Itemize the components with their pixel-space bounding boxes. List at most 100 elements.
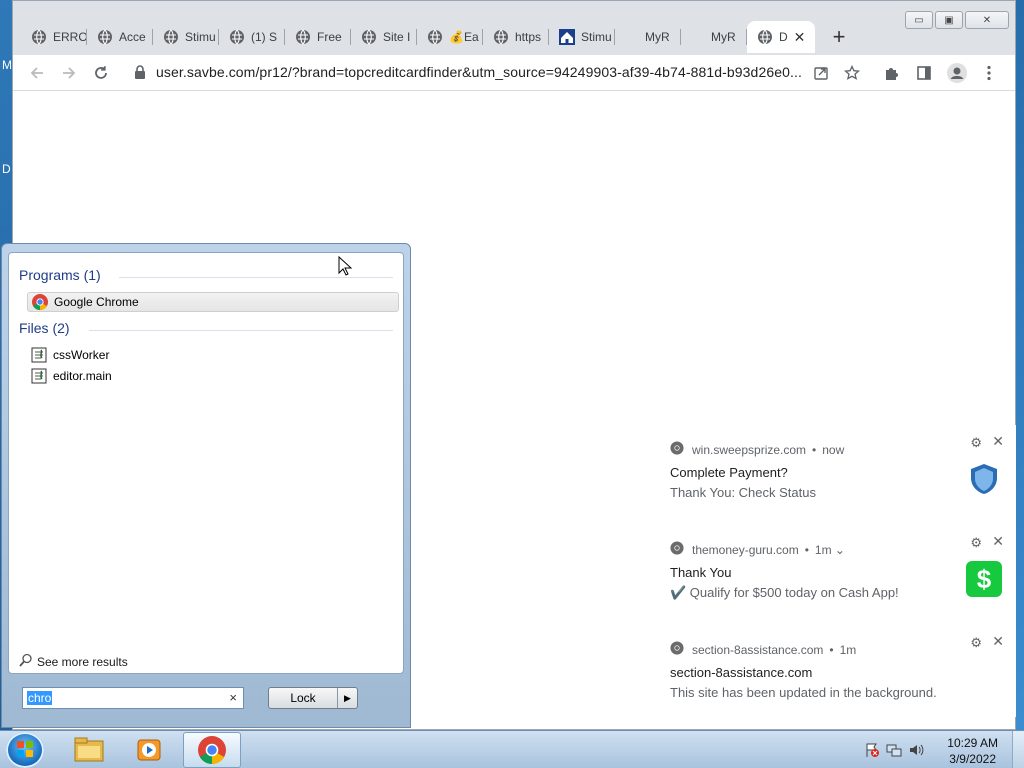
tab-title: ERRO	[53, 30, 87, 44]
notification-dot: •	[804, 542, 809, 557]
taskbar-explorer[interactable]	[60, 732, 118, 768]
notification-body: This site has been updated in the backgr…	[670, 685, 937, 700]
minimize-button[interactable]: ▭	[905, 11, 933, 29]
close-button[interactable]: ✕	[965, 11, 1009, 29]
notification-1[interactable]: win.sweepsprize.com • now ⚙ ✕ Complete P…	[654, 425, 1016, 525]
start-menu: Programs (1) Google Chrome Files (2) css…	[1, 243, 411, 728]
chrome-icon	[670, 441, 684, 458]
tab-title: MyR	[711, 30, 736, 44]
start-button[interactable]	[6, 732, 44, 768]
share-icon[interactable]	[809, 61, 833, 85]
tab-11[interactable]: MyR	[681, 21, 747, 53]
forward-button[interactable]	[55, 59, 83, 87]
search-input-value: chro	[27, 691, 53, 705]
tab-strip: ERRO Acce Stimu (1) S Free Site I 💰Ea ht…	[21, 21, 853, 55]
show-desktop-button[interactable]	[1012, 731, 1024, 768]
globe-icon	[427, 29, 443, 45]
notification-site: themoney-guru.com	[692, 542, 799, 557]
taskbar-clock[interactable]: 10:29 AM 3/9/2022	[947, 735, 998, 767]
files-divider	[89, 330, 393, 331]
explorer-icon	[74, 737, 104, 762]
search-clear-icon[interactable]: ×	[229, 690, 237, 705]
tab-6[interactable]: Site I	[351, 21, 417, 53]
dollar-icon: $	[966, 561, 1002, 597]
action-center-flag-icon[interactable]	[864, 742, 880, 758]
globe-icon	[97, 29, 113, 45]
globe-icon	[361, 29, 377, 45]
volume-icon[interactable]	[908, 742, 924, 758]
media-player-icon	[137, 739, 161, 761]
tab-title: D	[779, 30, 788, 44]
network-icon[interactable]	[886, 742, 902, 758]
extensions-puzzle-icon[interactable]	[880, 61, 904, 85]
notification-gear-icon[interactable]: ⚙	[970, 635, 982, 651]
notification-close-icon[interactable]: ✕	[992, 533, 1004, 550]
notification-time: now	[822, 442, 845, 457]
file-cssworker[interactable]: cssWorker	[27, 345, 109, 365]
tab-8[interactable]: https	[483, 21, 549, 53]
title-bar: ERRO Acce Stimu (1) S Free Site I 💰Ea ht…	[13, 1, 1015, 55]
lock-options-arrow-icon[interactable]: ▶	[337, 688, 357, 708]
notification-3[interactable]: section-8assistance.com • 1m ⚙ ✕ section…	[654, 625, 1016, 725]
profile-avatar-icon[interactable]	[945, 61, 969, 85]
notification-title: Complete Payment?	[670, 465, 788, 480]
notification-time: 1m	[839, 642, 857, 657]
tab-title: MyR	[645, 30, 670, 44]
bookmark-star-icon[interactable]	[840, 61, 864, 85]
start-search-input[interactable]: chro ×	[22, 687, 244, 709]
tab-12-active[interactable]: D ✕	[747, 21, 815, 53]
notification-gear-icon[interactable]: ⚙	[970, 435, 982, 451]
taskbar-chrome[interactable]	[183, 732, 241, 768]
notification-title: Thank You	[670, 565, 732, 580]
browser-toolbar: user.savbe.com/pr12/?brand=topcreditcard…	[13, 55, 1015, 91]
notification-header: themoney-guru.com • 1m ⌄	[670, 541, 845, 558]
lock-button[interactable]: Lock ▶	[268, 687, 358, 709]
new-tab-button[interactable]: +	[825, 23, 853, 51]
notification-site: win.sweepsprize.com	[692, 442, 807, 457]
notification-stack: win.sweepsprize.com • now ⚙ ✕ Complete P…	[654, 425, 1016, 717]
tab-title: 💰Ea	[449, 30, 479, 44]
program-google-chrome[interactable]: Google Chrome	[27, 292, 399, 312]
more-menu-icon[interactable]	[977, 61, 1001, 85]
globe-icon	[163, 29, 179, 45]
tab-title: https	[515, 30, 542, 44]
mouse-cursor-icon	[338, 255, 353, 279]
notification-gear-icon[interactable]: ⚙	[970, 535, 982, 551]
notification-close-icon[interactable]: ✕	[992, 633, 1004, 650]
back-button[interactable]	[23, 59, 51, 87]
address-bar-url[interactable]: user.savbe.com/pr12/?brand=topcreditcard…	[156, 64, 802, 80]
notification-dot: •	[812, 442, 817, 457]
tab-5[interactable]: Free	[285, 21, 351, 53]
tab-7[interactable]: 💰Ea	[417, 21, 483, 53]
taskbar-media-player[interactable]	[121, 732, 179, 768]
tab-4[interactable]: (1) S	[219, 21, 285, 53]
tab-10[interactable]: MyR	[615, 21, 681, 53]
notification-close-icon[interactable]: ✕	[992, 433, 1004, 450]
script-file-icon	[31, 347, 47, 363]
tab-title: Stimu	[185, 30, 216, 44]
tab-title: Acce	[119, 30, 146, 44]
desktop-edge-label-1: M	[2, 58, 12, 72]
tab-9[interactable]: Stimu	[549, 21, 615, 53]
file-label: editor.main	[53, 369, 112, 383]
desktop-edge-label-2: D	[2, 162, 11, 176]
tab-1[interactable]: ERRO	[21, 21, 87, 53]
file-editor-main[interactable]: editor.main	[27, 366, 112, 386]
tab-title: Stimu	[581, 30, 612, 44]
tab-2[interactable]: Acce	[87, 21, 153, 53]
window-controls: ▭ ▣ ✕	[905, 11, 1009, 29]
tab-close-icon[interactable]: ✕	[794, 29, 806, 46]
tab-title: Site I	[383, 30, 411, 44]
maximize-button[interactable]: ▣	[935, 11, 963, 29]
clock-time: 10:29 AM	[947, 736, 998, 750]
tab-3[interactable]: Stimu	[153, 21, 219, 53]
globe-icon	[493, 29, 509, 45]
start-menu-results: Programs (1) Google Chrome Files (2) css…	[8, 252, 404, 674]
notification-header: win.sweepsprize.com • now	[670, 441, 844, 458]
programs-header: Programs (1)	[19, 267, 101, 283]
side-panel-icon[interactable]	[912, 61, 936, 85]
notification-2[interactable]: themoney-guru.com • 1m ⌄ ⚙ ✕ Thank You ✔…	[654, 525, 1016, 625]
reload-button[interactable]	[87, 59, 115, 87]
lock-icon[interactable]	[134, 65, 146, 82]
see-more-results[interactable]: See more results	[19, 653, 128, 670]
